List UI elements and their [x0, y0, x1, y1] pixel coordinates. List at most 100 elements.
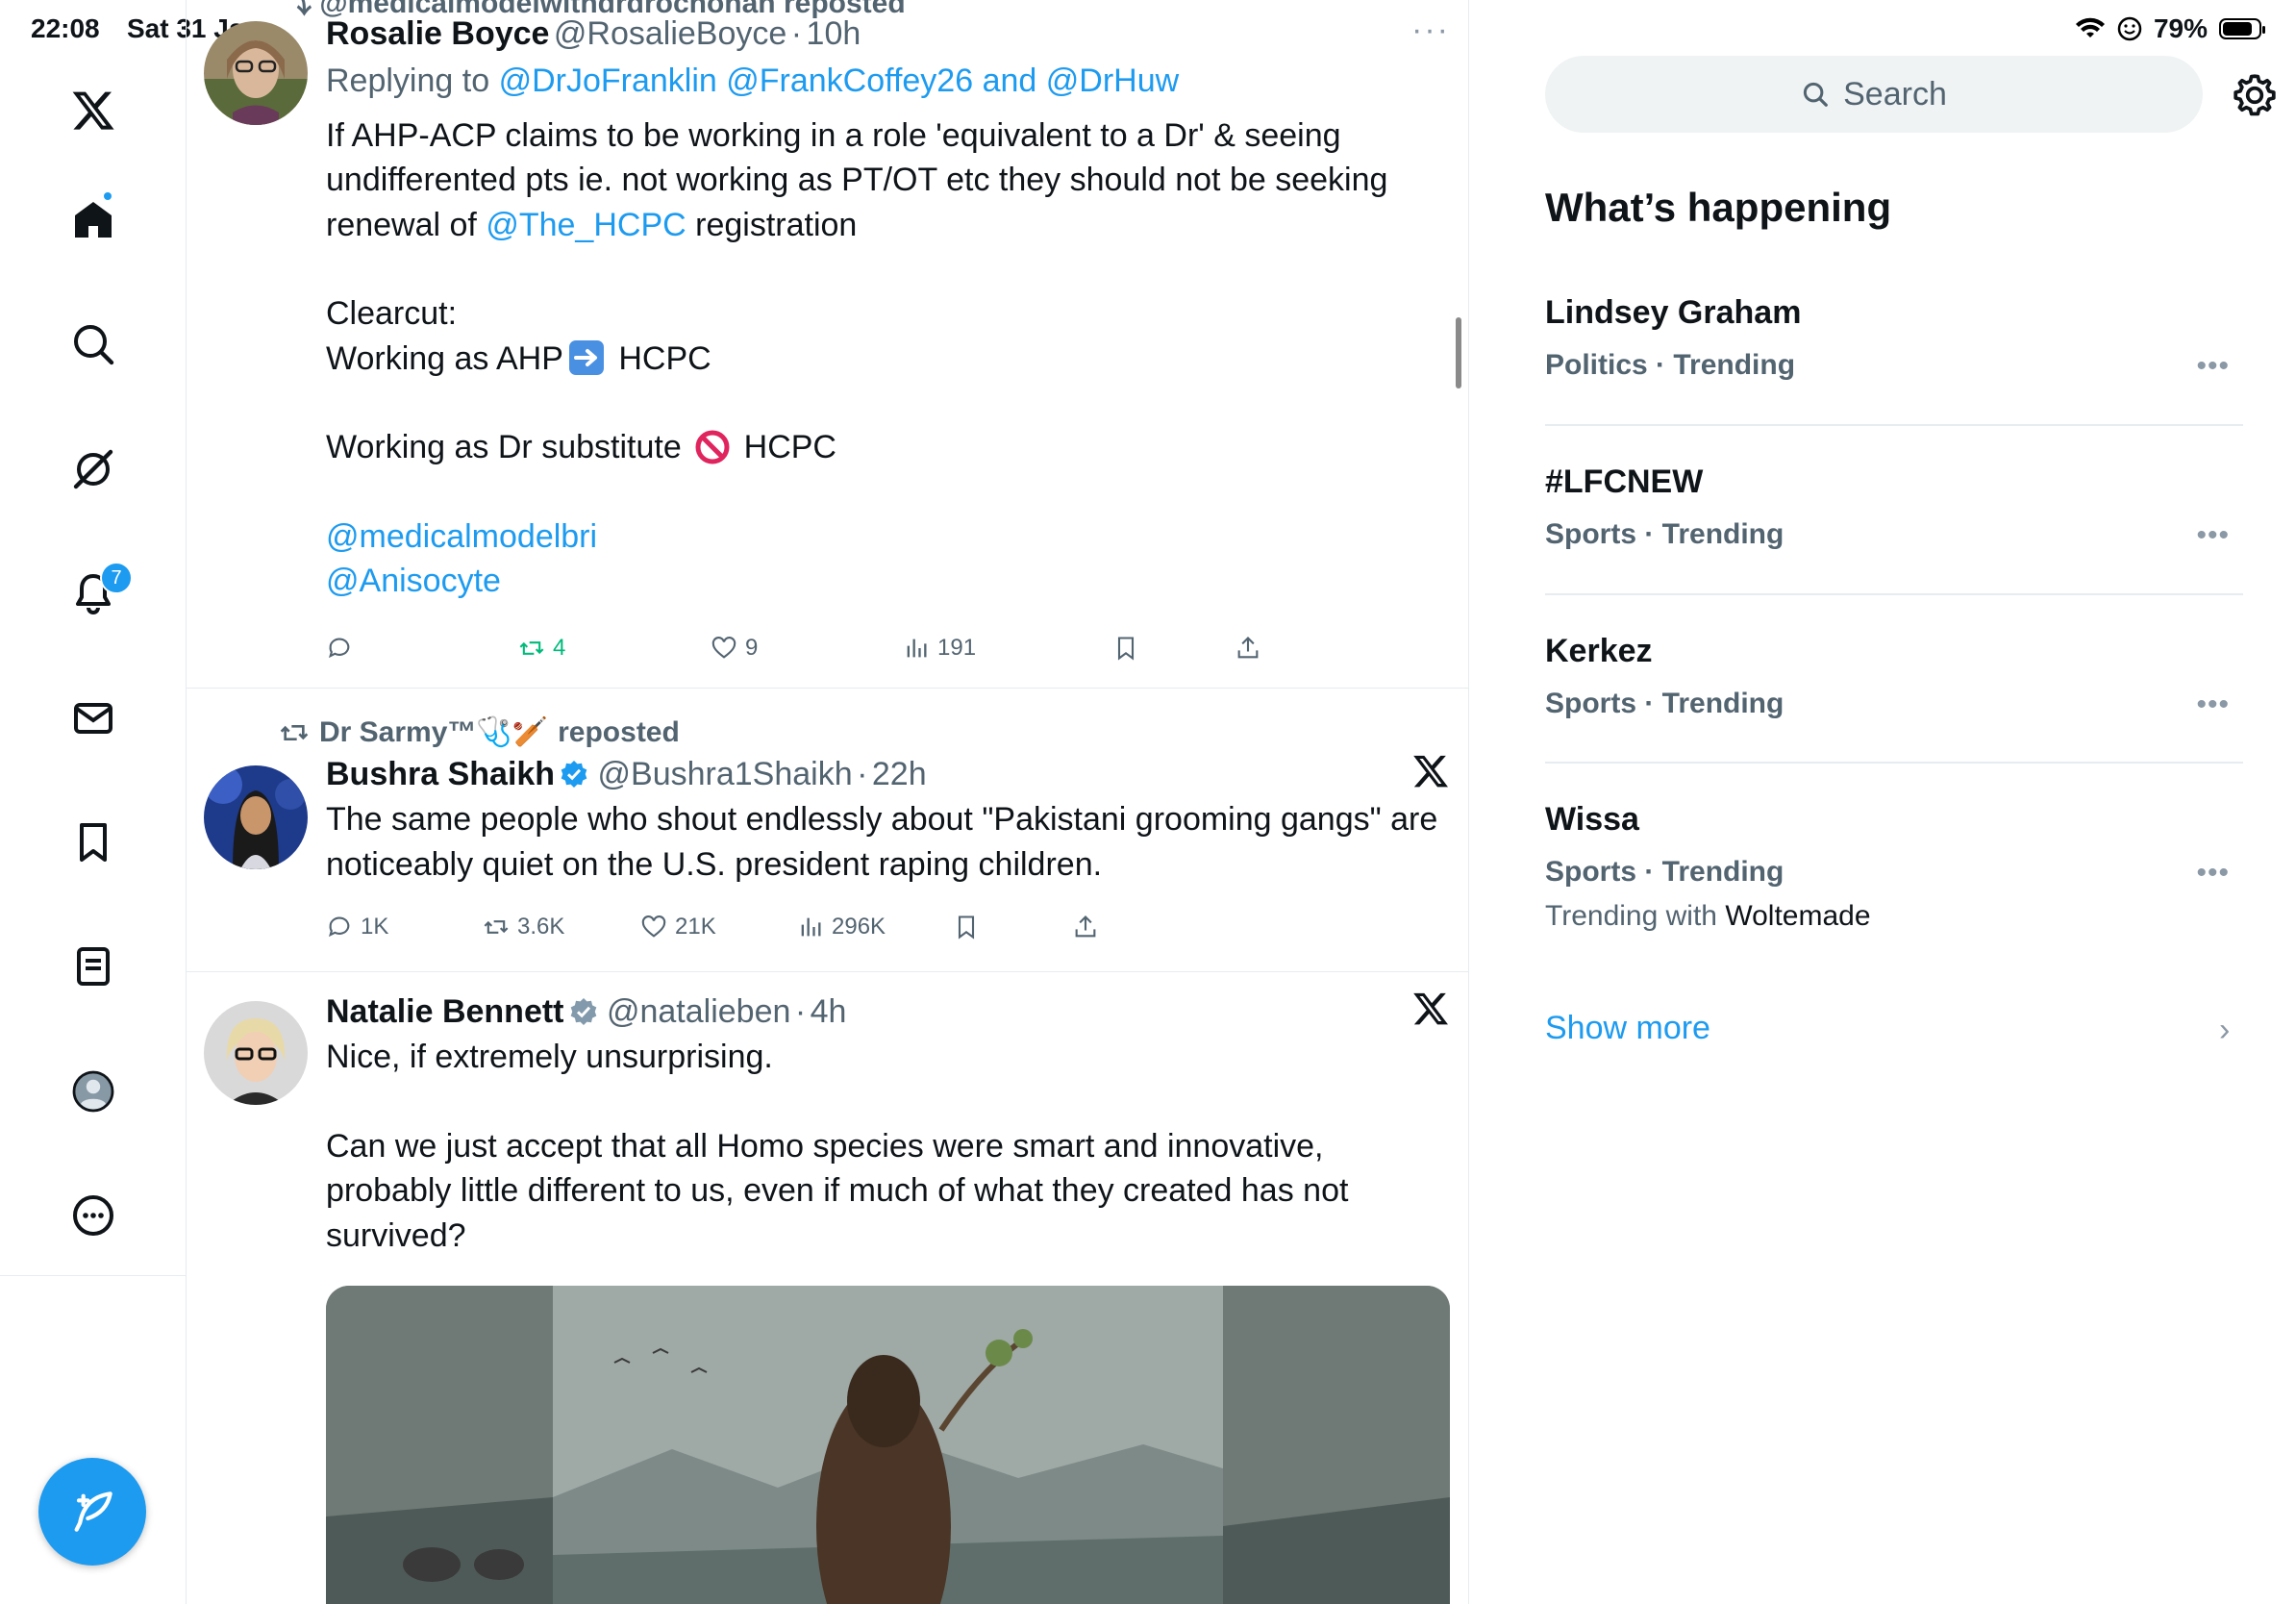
trend-item[interactable]: Kerkez Sports · Trending •••	[1545, 633, 2243, 720]
repost-count: 3.6K	[517, 914, 565, 940]
like-button[interactable]: 9	[711, 635, 758, 662]
trend-item[interactable]: Lindsey Graham Politics · Trending •••	[1545, 294, 2243, 382]
reply-icon	[329, 916, 350, 938]
reply-button[interactable]: 1K	[326, 914, 388, 940]
home-icon[interactable]	[63, 190, 123, 250]
compose-feather-icon	[74, 1491, 112, 1532]
header-separator: ·	[794, 993, 807, 1030]
more-options-icon[interactable]	[63, 1186, 123, 1245]
tweet-text-segment: renewal of	[326, 206, 477, 243]
tweet-line: If AHP-ACP claims to be working in a rol…	[326, 116, 1341, 154]
tweet-line: The same people who shout endlessly abou…	[326, 801, 1438, 838]
bookmark-icon	[1117, 637, 1135, 661]
post-time[interactable]: 22h	[872, 756, 927, 792]
replying-to-mentions[interactable]: @DrJoFranklin @FrankCoffey26 and @DrHuw	[499, 63, 1180, 99]
tweet-line: survived?	[326, 1216, 466, 1254]
tweet-more-icon[interactable]: ···	[1411, 12, 1450, 49]
tweet-bushra-shaikh[interactable]: Dr Sarmy™🩺🏏 reposted Bushra Shaikh @Bush…	[187, 689, 1468, 972]
trend-more-icon[interactable]: •••	[2196, 689, 2230, 721]
x-logo-icon[interactable]	[63, 81, 123, 140]
mention-anisocyte[interactable]: @Anisocyte	[326, 559, 1450, 604]
trend-more-icon[interactable]: •••	[2196, 350, 2230, 383]
trend-more-icon[interactable]: •••	[2196, 519, 2230, 552]
trend-item[interactable]: #LFCNEW Sports · Trending •••	[1545, 464, 2243, 551]
author-handle[interactable]: @natalieben	[607, 993, 790, 1030]
repost-icon	[484, 920, 509, 934]
verified-badge-icon	[561, 761, 587, 788]
tweet-text: The same people who shout endlessly abou…	[326, 797, 1450, 887]
bookmark-icon	[958, 915, 975, 940]
x-grok-icon[interactable]	[1411, 752, 1450, 801]
tweet-line: Working as AHP HCPC	[326, 337, 1450, 382]
trending-with-name[interactable]: Woltemade	[1725, 900, 1870, 932]
like-button[interactable]: 21K	[640, 914, 716, 940]
timeline-scroll-indicator[interactable]	[1456, 317, 1461, 388]
left-nav: 7	[0, 0, 187, 1604]
mention-hcpc[interactable]: @The_HCPC	[486, 207, 686, 243]
tweet-line: Nice, if extremely unsurprising.	[326, 1039, 773, 1075]
post-time[interactable]: 4h	[811, 993, 847, 1030]
profile-avatar-icon[interactable]	[63, 1062, 123, 1121]
tweet-line: probably little different to us, even if…	[326, 1172, 1349, 1209]
trending-with: Trending with Woltemade	[1545, 900, 2243, 933]
views-button[interactable]: 191	[903, 635, 976, 662]
lists-icon[interactable]	[63, 937, 123, 996]
x-grok-icon[interactable]	[1411, 990, 1450, 1039]
mention-medicalmodelbri[interactable]: @medicalmodelbri	[326, 514, 1450, 560]
repost-button[interactable]: 3.6K	[483, 914, 564, 940]
post-time[interactable]: 10h	[807, 15, 861, 52]
author-name[interactable]: Bushra Shaikh	[326, 756, 555, 792]
tweet-text-segment: HCPC	[618, 339, 711, 377]
tweet-natalie-bennett[interactable]: Natalie Bennett @natalieben · 4h Nice, i…	[187, 972, 1468, 1604]
chevron-right-icon[interactable]: ›	[2219, 1012, 2230, 1049]
views-button[interactable]: 296K	[797, 914, 886, 940]
avatar-bushra-shaikh[interactable]	[204, 765, 308, 869]
reply-button[interactable]	[326, 635, 353, 662]
share-button[interactable]	[1072, 914, 1099, 940]
tweet-line: noticeably quiet on the U.S. president r…	[326, 845, 1103, 883]
author-name[interactable]: Natalie Bennett	[326, 993, 564, 1030]
replying-to: Replying to @DrJoFranklin @FrankCoffey26…	[326, 59, 1450, 104]
tweet-line: Working as Dr substitute HCPC	[326, 425, 1450, 470]
trend-more-icon[interactable]: •••	[2196, 857, 2230, 890]
nav-divider	[0, 1275, 187, 1276]
bookmarks-icon[interactable]	[63, 813, 123, 872]
messages-envelope-icon[interactable]	[63, 689, 123, 748]
settings-gear-icon[interactable]	[2231, 71, 2279, 119]
avatar-rosalie-boyce[interactable]	[204, 21, 308, 125]
show-more-link[interactable]: Show more	[1545, 1010, 1710, 1047]
grok-icon[interactable]	[63, 439, 123, 499]
tweet-text-segment: registration	[695, 206, 858, 243]
tweet-actions: 1K 3.6K 21K 296K	[326, 910, 1384, 944]
trend-item[interactable]: Wissa Sports · Trending Trending with Wo…	[1545, 801, 2243, 933]
author-handle[interactable]: @RosalieBoyce	[554, 15, 786, 52]
view-count: 296K	[832, 914, 886, 940]
avatar-natalie-bennett[interactable]	[204, 1001, 308, 1105]
author-name[interactable]: Rosalie Boyce	[326, 15, 549, 52]
trend-meta: Sports · Trending	[1545, 518, 1784, 550]
compose-post-button[interactable]	[38, 1458, 146, 1566]
trend-divider	[1545, 762, 2243, 764]
tweet-line: undifferented pts ie. not working as PT/…	[326, 162, 1388, 198]
trend-divider	[1545, 424, 2243, 426]
replying-prefix: Replying to	[326, 63, 490, 99]
tweet-text: Nice, if extremely unsurprising. Can we …	[326, 1035, 1450, 1258]
right-arrow-emoji-icon	[568, 339, 604, 375]
tweet-header: Bushra Shaikh @Bushra1Shaikh · 22h	[326, 756, 1450, 793]
repost-button[interactable]: 4	[518, 635, 565, 662]
share-button[interactable]	[1235, 635, 1261, 662]
timeline: ⤵ @medicalmodelwithdrdrochohan reposted …	[187, 0, 1469, 1604]
whats-happening-title: What’s happening	[1545, 185, 1892, 230]
bookmark-button[interactable]	[1112, 635, 1139, 662]
trend-name: Kerkez	[1545, 633, 1653, 669]
views-chart-icon	[801, 917, 821, 937]
reposter-name[interactable]: Dr Sarmy™🩺🏏	[319, 715, 548, 749]
trend-name: Lindsey Graham	[1545, 294, 1802, 331]
search-icon[interactable]	[63, 314, 123, 374]
bookmark-button[interactable]	[953, 914, 980, 940]
search-input[interactable]: Search	[1545, 56, 2203, 133]
tweet-rosalie-boyce[interactable]: Rosalie Boyce @RosalieBoyce · 10h ··· Re…	[187, 0, 1468, 689]
trend-divider	[1545, 593, 2243, 595]
author-handle[interactable]: @Bushra1Shaikh	[598, 756, 853, 792]
tweet-media-image[interactable]	[326, 1286, 1450, 1604]
